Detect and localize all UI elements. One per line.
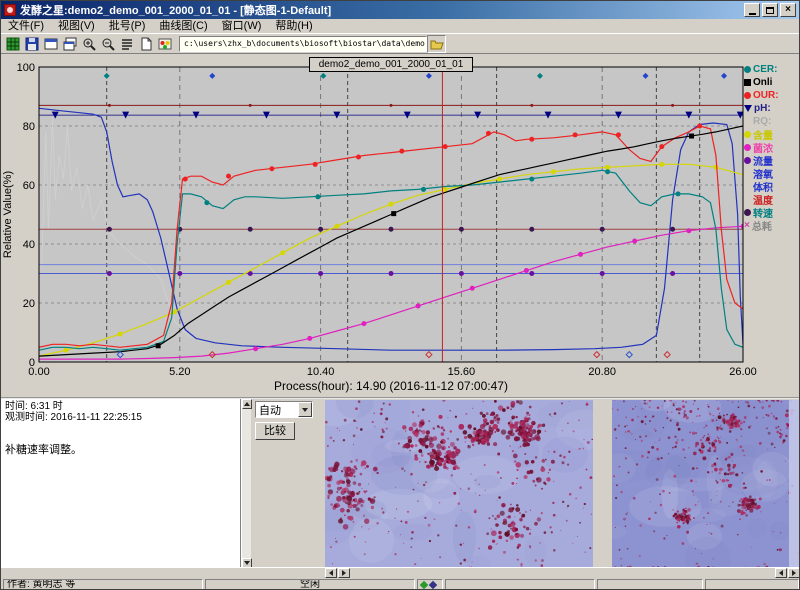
scroll-right-icon[interactable] xyxy=(338,568,350,578)
legend-item-3[interactable]: pH: xyxy=(744,102,800,115)
zoom-out-icon[interactable] xyxy=(98,35,117,53)
toolbar: c:\users\zhx_b\documents\biosoft\biostar… xyxy=(1,34,799,54)
scroll-up-icon[interactable] xyxy=(242,399,252,409)
app-icon xyxy=(4,4,16,16)
list-icon[interactable] xyxy=(117,35,136,53)
open-file-button[interactable] xyxy=(427,35,446,53)
image-scroll-strip xyxy=(1,567,800,578)
x-axis-label: Process(hour): 14.90 (2016-11-12 07:00:4… xyxy=(274,379,508,393)
observe-time-label: 观测时间: 2016-11-11 22:25:15 xyxy=(5,412,236,423)
titlebar: 发酵之星:demo2_demo_001_2000_01_01 - [静态图-1-… xyxy=(1,1,799,19)
menu-item-3[interactable]: 曲线图(C) xyxy=(152,19,214,34)
legend-item-12[interactable]: ×总耗 xyxy=(744,219,800,232)
document-icon[interactable] xyxy=(136,35,155,53)
status-segment-0: 作者: 黄明志 等 xyxy=(3,579,203,590)
window-title: 发酵之星:demo2_demo_001_2000_01_01 - [静态图-1-… xyxy=(20,2,742,18)
window2-icon[interactable] xyxy=(60,35,79,53)
grid-icon[interactable] xyxy=(3,35,22,53)
y-axis-label: Relative Value(%) xyxy=(2,171,14,258)
status-segment-2 xyxy=(417,579,443,590)
note-text: 补糖速率调整。 xyxy=(5,441,236,457)
minimize-button[interactable] xyxy=(744,3,760,17)
scroll-right2-icon[interactable] xyxy=(788,568,800,578)
close-button[interactable]: × xyxy=(780,3,796,17)
notes-scrollbar[interactable] xyxy=(241,399,251,569)
y-tick-label: 0 xyxy=(29,357,35,369)
legend-item-0[interactable]: CER: xyxy=(744,63,800,76)
notes-panel[interactable]: 时间: 6:31 时 观测时间: 2016-11-11 22:25:15 补糖速… xyxy=(1,399,241,569)
y-tick-label: 20 xyxy=(23,298,35,310)
green-diamond-icon xyxy=(420,580,428,588)
zoom-in-icon[interactable] xyxy=(79,35,98,53)
legend-item-2[interactable]: OUR: xyxy=(744,89,800,102)
legend-label: Onli xyxy=(753,77,772,88)
x-tick-label: 26.00 xyxy=(729,366,757,378)
menu-item-2[interactable]: 批号(P) xyxy=(102,19,153,34)
status-segment-3 xyxy=(445,579,595,590)
x-tick-label: 5.20 xyxy=(169,366,190,378)
status-segment-1: 空闲 xyxy=(205,579,415,590)
file-path-field[interactable]: c:\users\zhx_b\documents\biosoft\biostar… xyxy=(179,36,427,52)
legend-label: 总耗 xyxy=(752,218,772,233)
chevron-down-icon[interactable] xyxy=(298,402,312,417)
y-tick-label: 100 xyxy=(17,62,35,74)
chart-title: demo2_demo_001_2000_01_01 xyxy=(309,57,473,72)
menu-item-4[interactable]: 窗口(W) xyxy=(215,19,269,34)
chart-legend: CER:OnliOUR:pH:RQ:含量菌浓流量溶氧体积温度转速×总耗 xyxy=(744,63,800,232)
time-label: 时间: 6:31 时 xyxy=(5,401,236,412)
y-tick-label: 80 xyxy=(23,121,35,133)
microscopy-image-2 xyxy=(612,400,800,567)
scroll-left2-icon[interactable] xyxy=(775,568,787,578)
app-window: 发酵之星:demo2_demo_001_2000_01_01 - [静态图-1-… xyxy=(0,0,800,590)
y-tick-label: 40 xyxy=(23,239,35,251)
menu-item-1[interactable]: 视图(V) xyxy=(51,19,102,34)
file-path-text: c:\users\zhx_b\documents\biosoft\biostar… xyxy=(184,39,427,48)
status-segment-4 xyxy=(597,579,703,590)
legend-label: OUR: xyxy=(753,90,779,101)
scroll-left-icon[interactable] xyxy=(325,568,337,578)
mode-select-value: 自动 xyxy=(256,402,298,418)
window-icon[interactable] xyxy=(41,35,60,53)
microscopy-image-1 xyxy=(325,400,593,567)
chart-region: 0.005.2010.4015.6020.8026.00020406080100… xyxy=(1,54,800,397)
y-tick-label: 60 xyxy=(23,180,35,192)
palette-icon[interactable] xyxy=(155,35,174,53)
chart-canvas[interactable]: 0.005.2010.4015.6020.8026.00020406080100… xyxy=(1,54,800,397)
menu-item-0[interactable]: 文件(F) xyxy=(1,19,51,34)
legend-item-1[interactable]: Onli xyxy=(744,76,800,89)
legend-label: pH: xyxy=(754,103,771,114)
save-icon[interactable] xyxy=(22,35,41,53)
compare-button[interactable]: 比较 xyxy=(255,422,295,440)
menu-item-5[interactable]: 帮助(H) xyxy=(268,19,319,34)
x-tick-label: 10.40 xyxy=(307,366,335,378)
x-tick-label: 20.80 xyxy=(588,366,616,378)
status-segment-5 xyxy=(705,579,799,590)
maximize-button[interactable] xyxy=(762,3,778,17)
blue-diamond-icon xyxy=(429,580,437,588)
x-tick-label: 15.60 xyxy=(448,366,476,378)
mode-select[interactable]: 自动 xyxy=(255,401,313,418)
legend-label: RQ: xyxy=(753,116,771,127)
bottom-panel: 时间: 6:31 时 观测时间: 2016-11-11 22:25:15 补糖速… xyxy=(1,397,800,567)
statusbar: 作者: 黄明志 等空闲 xyxy=(1,578,800,590)
menubar: 文件(F)视图(V)批号(P)曲线图(C)窗口(W)帮助(H) xyxy=(1,19,799,34)
legend-label: CER: xyxy=(753,64,777,75)
